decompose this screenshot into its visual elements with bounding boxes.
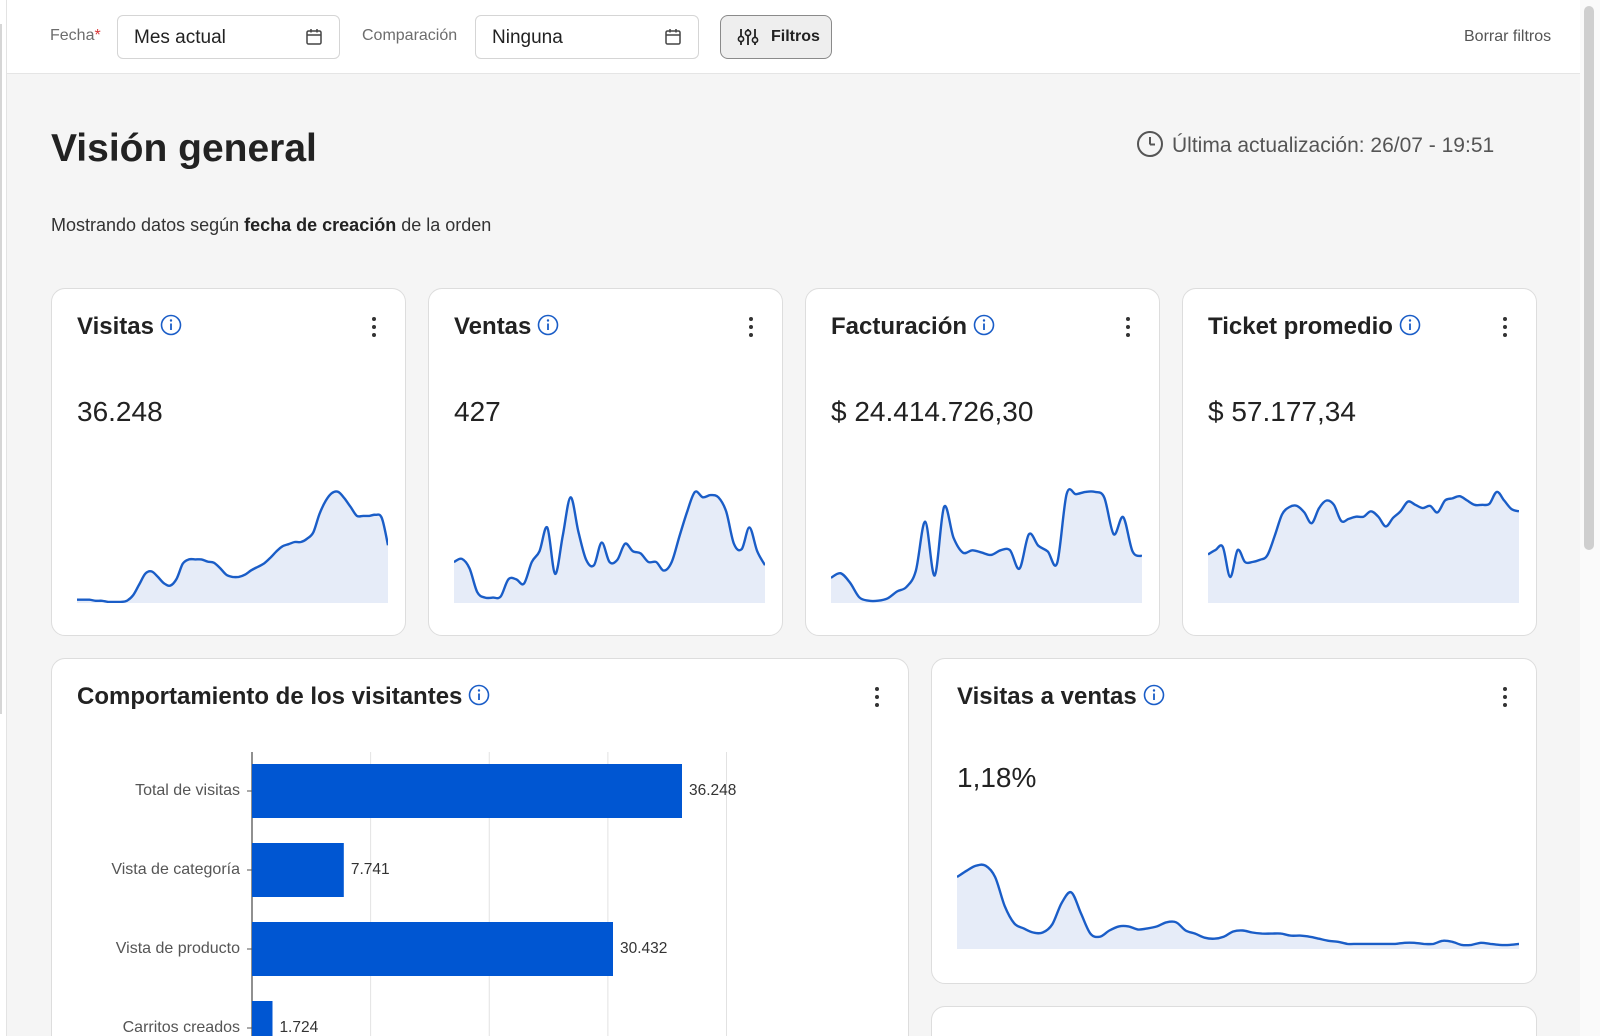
bar-category-label: Total de visitas <box>135 782 240 799</box>
visits-to-sales-card: Visitas a ventas 1,18% <box>931 658 1537 984</box>
sliders-icon <box>737 29 759 45</box>
filter-bar: Fecha* Mes actual Comparación Ninguna Fi <box>7 0 1580 74</box>
info-icon[interactable] <box>1399 314 1421 336</box>
bar-value-label: 7.741 <box>350 861 390 878</box>
sparkline-area <box>831 489 1142 603</box>
last-update-text: Última actualización: 26/07 - 19:51 <box>1172 134 1495 157</box>
bar <box>252 843 344 897</box>
vertical-scrollbar[interactable] <box>1580 0 1600 1036</box>
calendar-icon <box>665 29 681 45</box>
bar-value-label: 1.724 <box>279 1019 319 1036</box>
comparison-label: Comparación <box>362 27 458 44</box>
sparkline-area <box>1208 491 1519 603</box>
bar-value-label: 36.248 <box>689 782 737 799</box>
next-card <box>931 1006 1537 1036</box>
kpi-title: Visitas <box>77 313 182 341</box>
kebab-menu-icon[interactable] <box>1123 317 1133 339</box>
info-icon[interactable] <box>160 314 182 336</box>
left-panel-edge <box>0 0 7 1036</box>
page-title: Visión general <box>51 127 317 170</box>
bar-value-label: 30.432 <box>620 940 668 957</box>
sparkline-area <box>957 864 1519 949</box>
kpi-value: 36.248 <box>77 396 163 427</box>
kpi-card-sales: Ventas 427 <box>428 288 783 636</box>
filters-button[interactable]: Filtros <box>720 15 832 59</box>
date-range-value: Mes actual <box>134 27 226 48</box>
bar-category-label: Vista de producto <box>115 940 240 957</box>
kpi-title: Ventas <box>454 313 559 341</box>
info-icon[interactable] <box>1143 684 1165 706</box>
info-icon[interactable] <box>973 314 995 336</box>
kpi-card-average-ticket: Ticket promedio $ 57.177,34 <box>1182 288 1537 636</box>
calendar-icon <box>306 29 322 45</box>
kebab-menu-icon[interactable] <box>1500 317 1510 339</box>
kpi-value: 427 <box>454 396 501 427</box>
card-title: Visitas a ventas <box>957 683 1165 711</box>
kpi-card-visits: Visitas 36.248 <box>51 288 406 636</box>
visits-trend-sparkline <box>77 490 388 603</box>
scrollbar-thumb[interactable] <box>1584 6 1594 550</box>
visitor-behavior-bar-chart: Total de visitas 36.248 Vista de categoría… <box>52 659 910 1036</box>
comparison-value: Ninguna <box>492 27 563 48</box>
bar <box>252 764 682 818</box>
info-icon[interactable] <box>537 314 559 336</box>
sparkline-area <box>77 491 388 603</box>
kpi-value: $ 57.177,34 <box>1208 396 1356 427</box>
average-ticket-trend-sparkline <box>1208 490 1519 603</box>
kpi-card-billing: Facturación $ 24.414.726,30 <box>805 288 1160 636</box>
kpi-value: $ 24.414.726,30 <box>831 396 1034 427</box>
visits-to-sales-sparkline <box>957 863 1519 949</box>
comparison-input[interactable]: Ninguna <box>475 15 699 59</box>
conversion-rate-value: 1,18% <box>957 762 1037 793</box>
kpi-title: Facturación <box>831 313 995 341</box>
sparkline-area <box>454 491 765 603</box>
bar-category-label: Carritos creados <box>122 1019 240 1036</box>
billing-trend-sparkline <box>831 488 1142 603</box>
data-basis-note: Mostrando datos según fecha de creación … <box>51 215 492 235</box>
kebab-menu-icon[interactable] <box>1500 687 1510 709</box>
bar <box>252 1001 273 1036</box>
bar-category-label: Vista de categoría <box>111 861 240 878</box>
date-range-input[interactable]: Mes actual <box>117 15 340 59</box>
sales-trend-sparkline <box>454 490 765 603</box>
visitor-behavior-card: Comportamiento de los visitantes Total d… <box>51 658 909 1036</box>
kpi-title: Ticket promedio <box>1208 313 1421 341</box>
date-filter-label: Fecha* <box>50 27 101 44</box>
clock-icon <box>1137 131 1163 157</box>
bar <box>252 922 613 976</box>
kebab-menu-icon[interactable] <box>369 317 379 339</box>
clear-filters-link[interactable]: Borrar filtros <box>1464 28 1551 46</box>
filters-button-label: Filtros <box>771 28 820 45</box>
kebab-menu-icon[interactable] <box>746 317 756 339</box>
